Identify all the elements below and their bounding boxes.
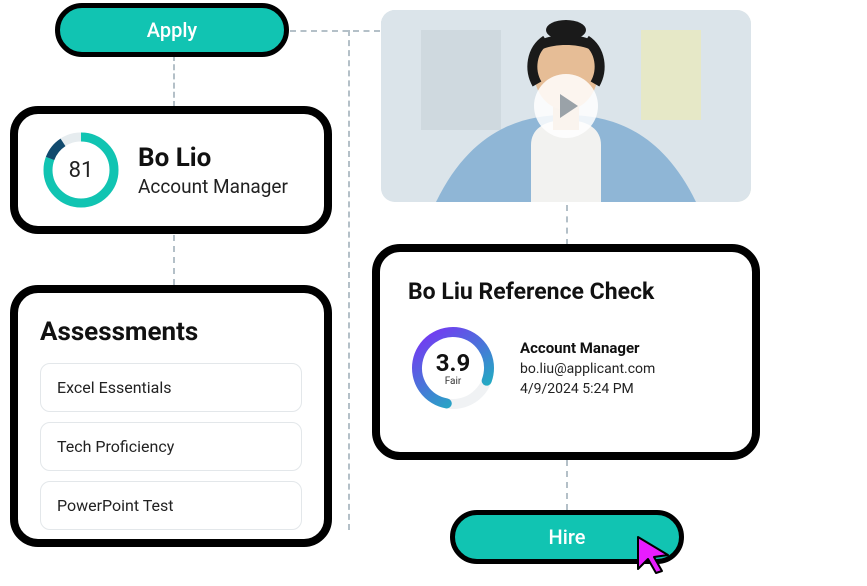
hire-label: Hire: [549, 525, 586, 549]
assessments-title: Assessments: [40, 317, 302, 347]
assessments-card: Assessments Excel Essentials Tech Profic…: [10, 285, 332, 547]
connector-line: [290, 30, 380, 32]
connector-line: [566, 460, 568, 510]
profile-name: Bo Lio: [138, 143, 288, 173]
connector-line: [173, 235, 175, 285]
profile-role: Account Manager: [138, 175, 288, 198]
video-preview[interactable]: [381, 10, 751, 202]
reference-card: Bo Liu Reference Check 3.9 Fair Account …: [372, 244, 760, 460]
play-icon[interactable]: [534, 74, 598, 138]
reference-role: Account Manager: [520, 339, 655, 357]
apply-label: Apply: [147, 18, 197, 42]
connector-line: [173, 55, 175, 107]
assessment-item[interactable]: Tech Proficiency: [40, 422, 302, 471]
rating-ring: 3.9 Fair: [408, 323, 498, 413]
rating-value: 3.9: [436, 349, 471, 377]
reference-datetime: 4/9/2024 5:24 PM: [520, 381, 655, 397]
assessment-item[interactable]: PowerPoint Test: [40, 481, 302, 530]
score-ring: 81: [42, 131, 120, 209]
score-value: 81: [42, 131, 120, 209]
assessment-item[interactable]: Excel Essentials: [40, 363, 302, 412]
rating-word: Fair: [445, 376, 462, 387]
apply-button[interactable]: Apply: [55, 3, 289, 57]
cursor-icon: [634, 535, 674, 575]
reference-email: bo.liu@applicant.com: [520, 361, 655, 377]
connector-line: [566, 205, 568, 245]
profile-card: 81 Bo Lio Account Manager: [10, 106, 332, 234]
connector-line: [348, 30, 350, 530]
reference-title: Bo Liu Reference Check: [408, 278, 724, 305]
